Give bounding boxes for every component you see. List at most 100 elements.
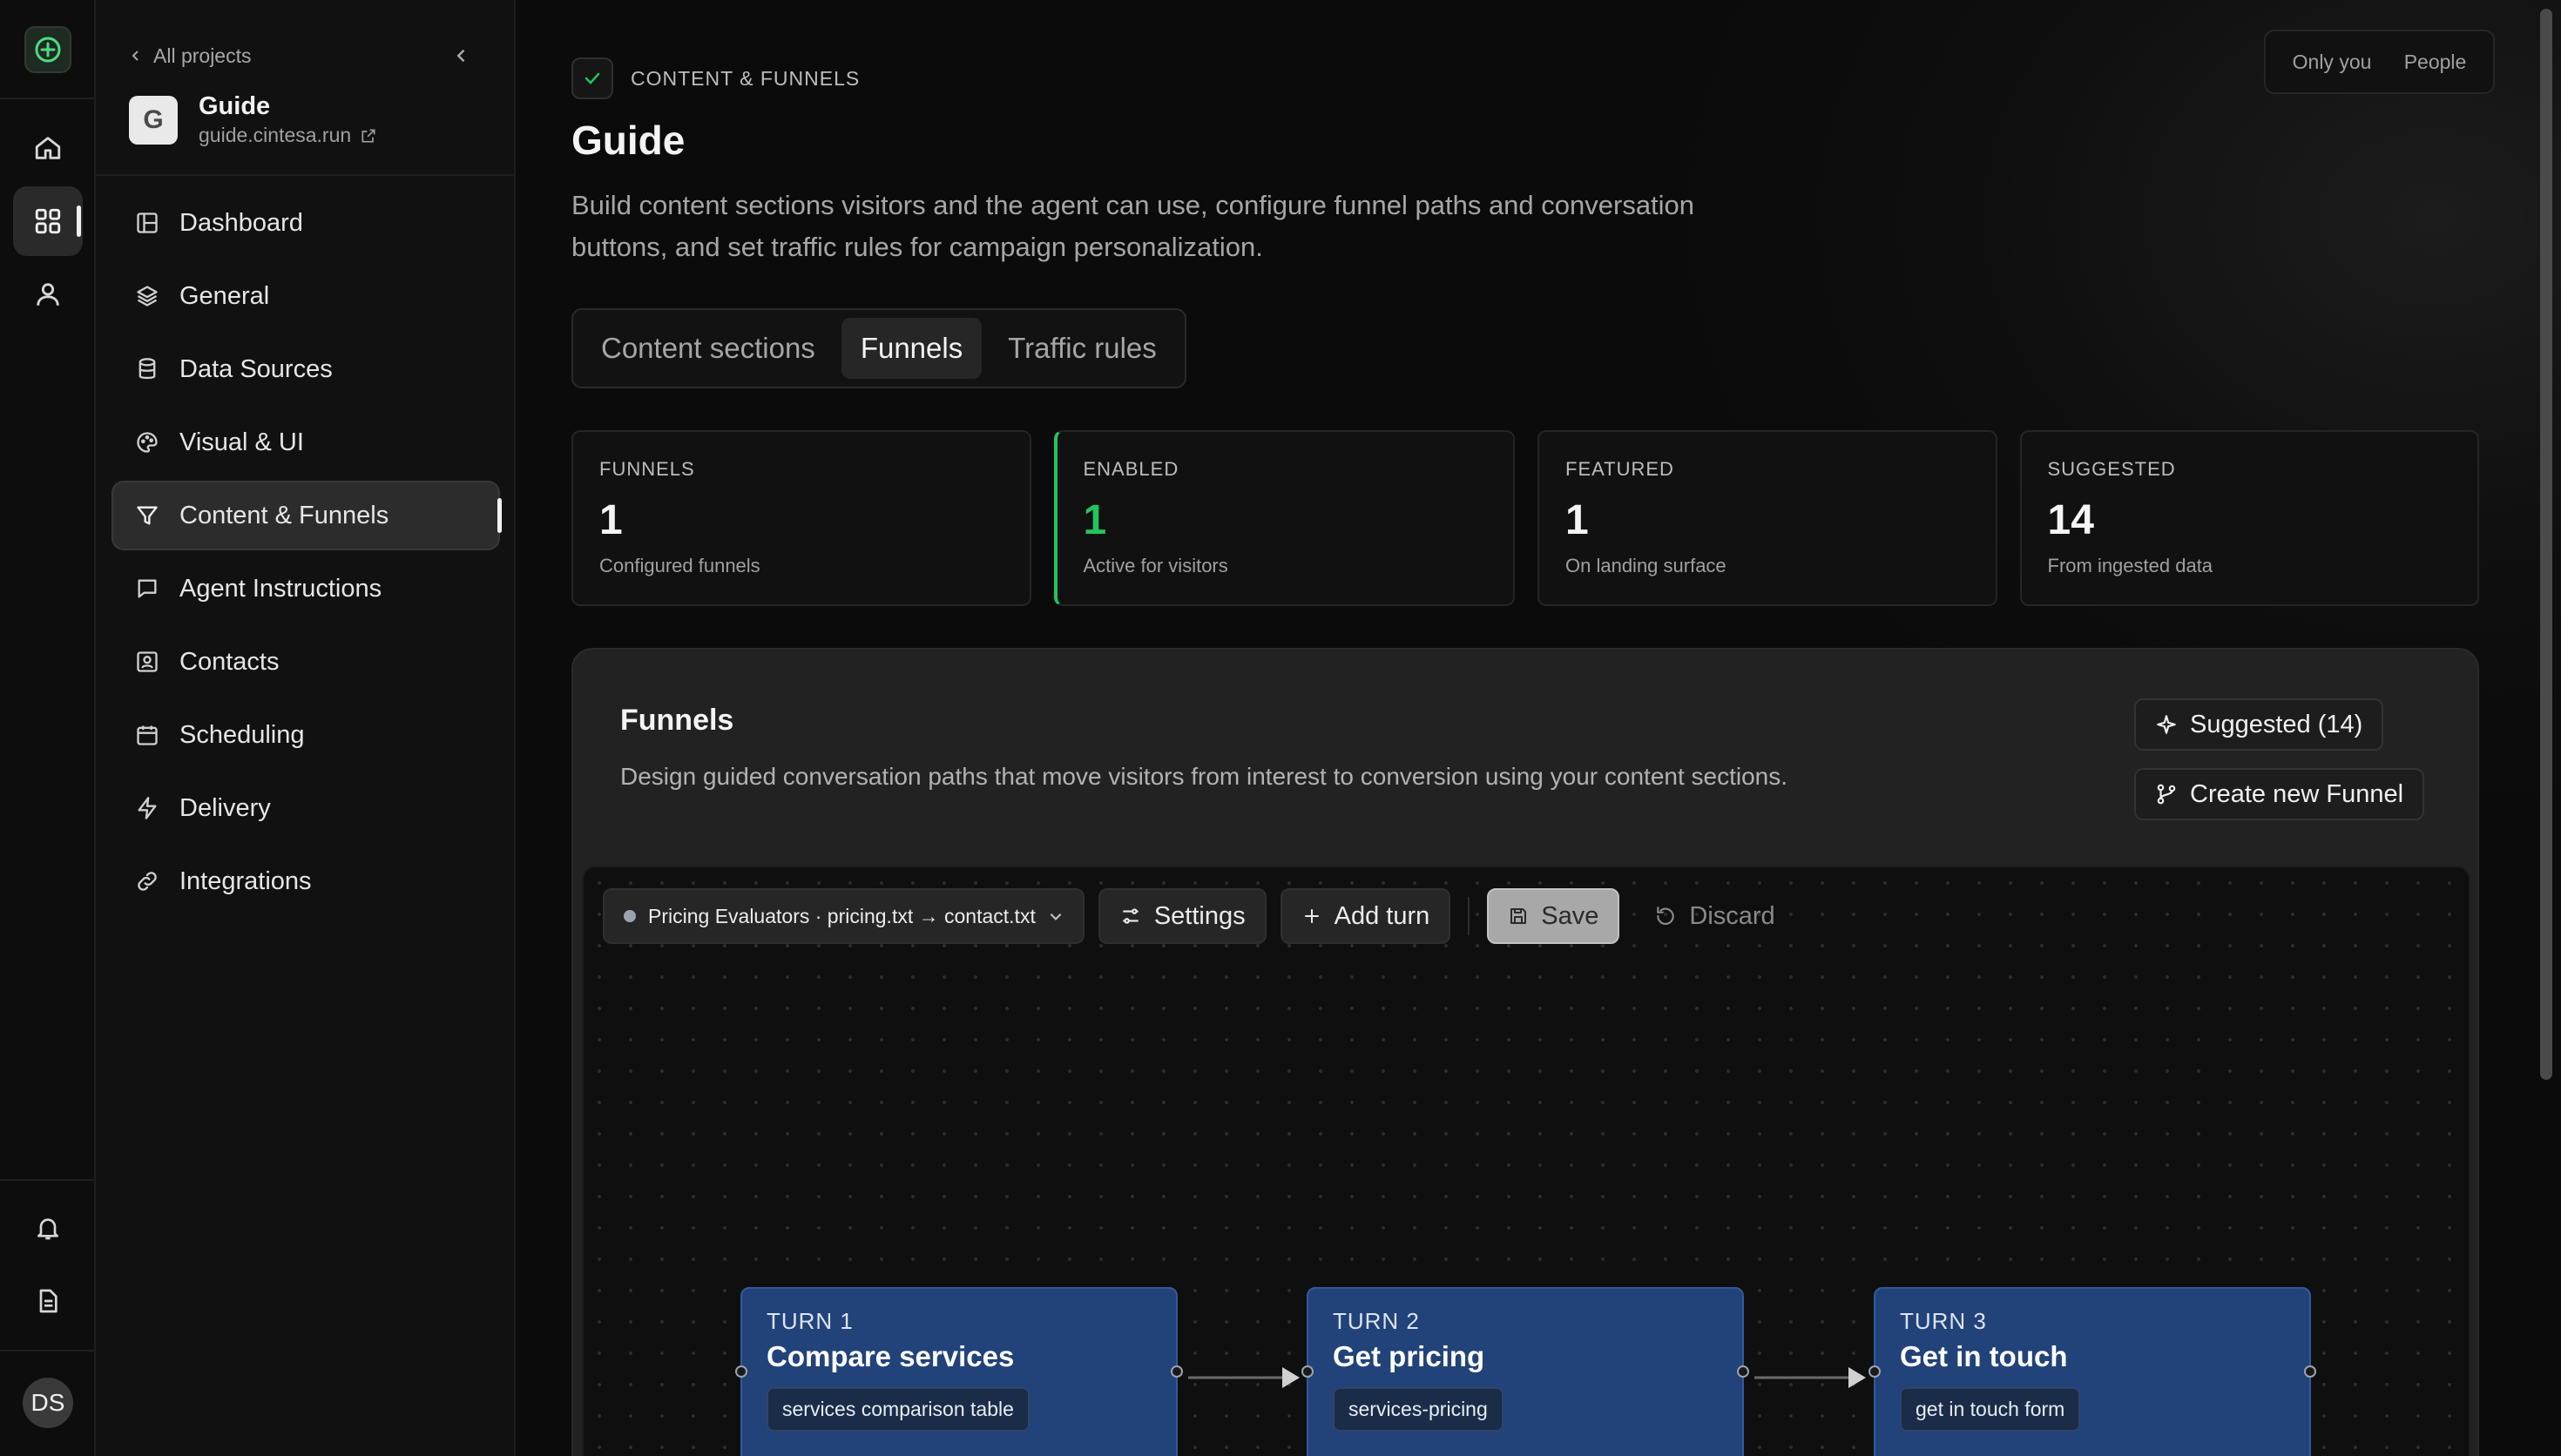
funnel-turn-node[interactable]: TURN 1 Compare services services compari… [735, 1287, 1183, 1456]
sidebar-item-label: Content & Funnels [179, 501, 389, 529]
canvas-toolbar: Pricing Evaluators · pricing.txt → conta… [603, 888, 1796, 944]
turn-title: Get in touch [1900, 1340, 2068, 1372]
all-projects-link[interactable]: All projects [129, 42, 251, 70]
sidebar-item-agent-instructions[interactable]: Agent Instructions [111, 554, 500, 624]
funnel-canvas[interactable]: Pricing Evaluators · pricing.txt → conta… [582, 866, 2470, 1456]
create-funnel-button[interactable]: Create new Funnel [2134, 768, 2425, 820]
panel-description: Design guided conversation paths that mo… [620, 763, 1788, 790]
save-button[interactable]: Save [1487, 888, 1620, 944]
funnel-edge-arrow [1188, 1367, 1300, 1388]
collapse-sidebar-icon[interactable] [444, 38, 479, 73]
sidebar-nav: Dashboard General Data Sources Visual & … [111, 188, 502, 920]
stat-card-funnels: FUNNELS 1 Configured funnels [571, 430, 1031, 606]
output-handle[interactable] [1737, 1365, 1749, 1378]
sidebar-item-contacts[interactable]: Contacts [111, 627, 500, 697]
sidebar-item-label: Scheduling [179, 720, 305, 749]
link-icon [134, 868, 160, 894]
view-toggle: Only you People [2264, 30, 2495, 94]
page-scrollbar[interactable] [2540, 9, 2552, 1080]
sidebar-item-content-funnels[interactable]: Content & Funnels [111, 481, 502, 550]
status-dot [624, 910, 636, 922]
turn-number: TURN 2 [1333, 1308, 1420, 1334]
stats-row: FUNNELS 1 Configured funnels ENABLED 1 A… [571, 430, 2479, 606]
funnel-turn-node[interactable]: TURN 2 Get pricing services-pricing [1301, 1287, 1749, 1456]
funnel-select[interactable]: Pricing Evaluators · pricing.txt → conta… [603, 888, 1085, 944]
stat-value: 1 [599, 497, 623, 543]
sidebar-item-data-sources[interactable]: Data Sources [111, 334, 500, 404]
sidebar-item-scheduling[interactable]: Scheduling [111, 700, 500, 770]
tab-content-sections[interactable]: Content sections [582, 318, 835, 379]
turn-number: TURN 1 [767, 1308, 854, 1334]
rail-divider [0, 98, 96, 99]
stat-label: SUGGESTED [2047, 458, 2176, 480]
sidebar-item-label: General [179, 281, 270, 310]
rail-divider [0, 1179, 96, 1181]
rail-divider [0, 1350, 96, 1352]
view-option-only-you[interactable]: Only you [2293, 51, 2372, 74]
sidebar-item-dashboard[interactable]: Dashboard [111, 188, 500, 258]
chat-icon [134, 576, 160, 602]
sidebar-item-delivery[interactable]: Delivery [111, 773, 500, 843]
stat-value: 14 [2047, 497, 2094, 543]
view-option-people[interactable]: People [2404, 51, 2467, 74]
funnel-turn-node[interactable]: TURN 3 Get in touch get in touch form [1868, 1287, 2316, 1456]
sidebar-divider [96, 174, 516, 176]
sliders-icon [1123, 908, 1139, 924]
undo-icon [1657, 907, 1675, 926]
settings-label: Settings [1153, 901, 1246, 930]
project-url: guide.cintesa.run [199, 124, 352, 146]
sidebar-item-label: Integrations [179, 866, 312, 895]
discard-button[interactable]: Discard [1633, 888, 1795, 944]
stat-subtitle: On landing surface [1565, 555, 1726, 576]
breadcrumb-label: CONTENT & FUNNELS [631, 66, 861, 90]
sparkle-icon [2157, 715, 2176, 734]
panel-title: Funnels [620, 704, 734, 737]
project-url-link[interactable]: guide.cintesa.run [199, 124, 377, 147]
output-handle[interactable] [1171, 1365, 1183, 1378]
turn-title: Compare services [767, 1340, 1015, 1372]
app-logo-icon[interactable] [24, 26, 71, 73]
sidebar-item-visual-ui[interactable]: Visual & UI [111, 408, 500, 477]
create-funnel-label: Create new Funnel [2190, 779, 2404, 808]
all-projects-label: All projects [153, 44, 252, 67]
projects-grid-icon[interactable] [13, 186, 83, 256]
stat-subtitle: From ingested data [2047, 555, 2213, 576]
sidebar-item-label: Dashboard [179, 208, 303, 237]
add-turn-label: Add turn [1334, 901, 1430, 930]
settings-button[interactable]: Settings [1098, 888, 1267, 944]
bell-icon[interactable] [13, 1193, 83, 1263]
check-icon [571, 57, 613, 99]
stat-label: FUNNELS [599, 458, 695, 480]
tab-funnels[interactable]: Funnels [841, 318, 983, 379]
user-icon[interactable] [13, 260, 83, 329]
stat-value: 1 [1083, 497, 1107, 543]
turn-title: Get pricing [1333, 1340, 1485, 1372]
input-handle[interactable] [1868, 1365, 1881, 1378]
add-turn-button[interactable]: Add turn [1280, 888, 1451, 944]
icon-rail: DS [0, 0, 96, 1456]
page-title: Guide [571, 118, 686, 163]
floppy-disk-icon [1510, 908, 1527, 924]
tab-traffic-rules[interactable]: Traffic rules [989, 318, 1176, 379]
chevron-down-icon [1050, 913, 1062, 920]
dashboard-icon [134, 210, 160, 236]
stat-card-suggested: SUGGESTED 14 From ingested data [2019, 430, 2479, 606]
sidebar-item-integrations[interactable]: Integrations [111, 846, 500, 916]
layers-icon [134, 283, 160, 309]
filter-icon [134, 502, 160, 529]
avatar[interactable]: DS [23, 1378, 73, 1428]
sidebar-item-label: Contacts [179, 647, 280, 676]
input-handle[interactable] [1301, 1365, 1314, 1378]
funnels-panel: Funnels Design guided conversation paths… [571, 648, 2479, 1456]
sidebar-item-label: Data Sources [179, 354, 333, 383]
section-tabs: Content sections Funnels Traffic rules [571, 308, 1186, 388]
home-icon[interactable] [13, 113, 83, 183]
project-sidebar: All projects G Guide guide.cintesa.run D… [96, 0, 516, 1456]
suggested-button[interactable]: Suggested (14) [2134, 698, 2384, 751]
stat-label: ENABLED [1083, 458, 1179, 480]
sidebar-item-general[interactable]: General [111, 261, 500, 331]
document-icon[interactable] [13, 1266, 83, 1336]
stat-subtitle: Configured funnels [599, 555, 760, 576]
output-handle[interactable] [2304, 1365, 2316, 1378]
input-handle[interactable] [735, 1365, 747, 1378]
